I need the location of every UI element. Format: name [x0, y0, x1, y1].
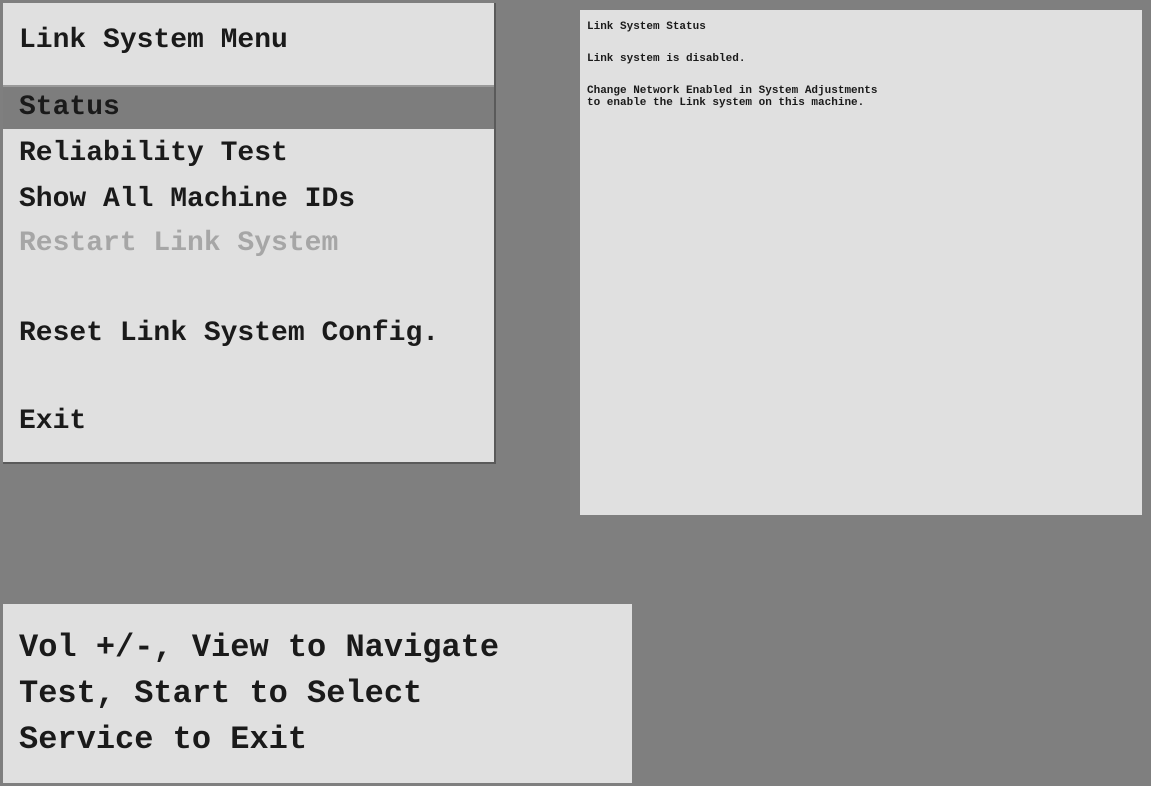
help-line-navigate: Vol +/-, View to Navigate: [19, 629, 500, 666]
navigation-help-panel: Vol +/-, View to Navigate Test, Start to…: [3, 604, 632, 783]
menu-item-restart-link-system: Restart Link System: [19, 228, 339, 259]
status-title: Link System Status: [587, 21, 706, 33]
help-line-select: Test, Start to Select: [19, 675, 423, 712]
status-message: Link system is disabled.: [587, 53, 746, 65]
menu-item-reset-link-system-config[interactable]: Reset Link System Config.: [3, 313, 494, 355]
link-system-status-panel: Link System Status Link system is disabl…: [580, 10, 1142, 515]
menu-title: Link System Menu: [19, 25, 288, 56]
help-line-exit: Service to Exit: [19, 721, 308, 758]
menu-item-exit[interactable]: Exit: [3, 401, 494, 443]
status-instruction-line: Change Network Enabled in System Adjustm…: [587, 85, 878, 97]
link-system-menu-panel: Link System Menu Status Reliability Test…: [3, 3, 496, 464]
menu-item-status[interactable]: Status: [3, 87, 494, 129]
menu-item-reliability-test[interactable]: Reliability Test: [3, 133, 494, 175]
status-instruction-line: to enable the Link system on this machin…: [587, 97, 865, 109]
menu-item-show-all-machine-ids[interactable]: Show All Machine IDs: [3, 179, 494, 221]
